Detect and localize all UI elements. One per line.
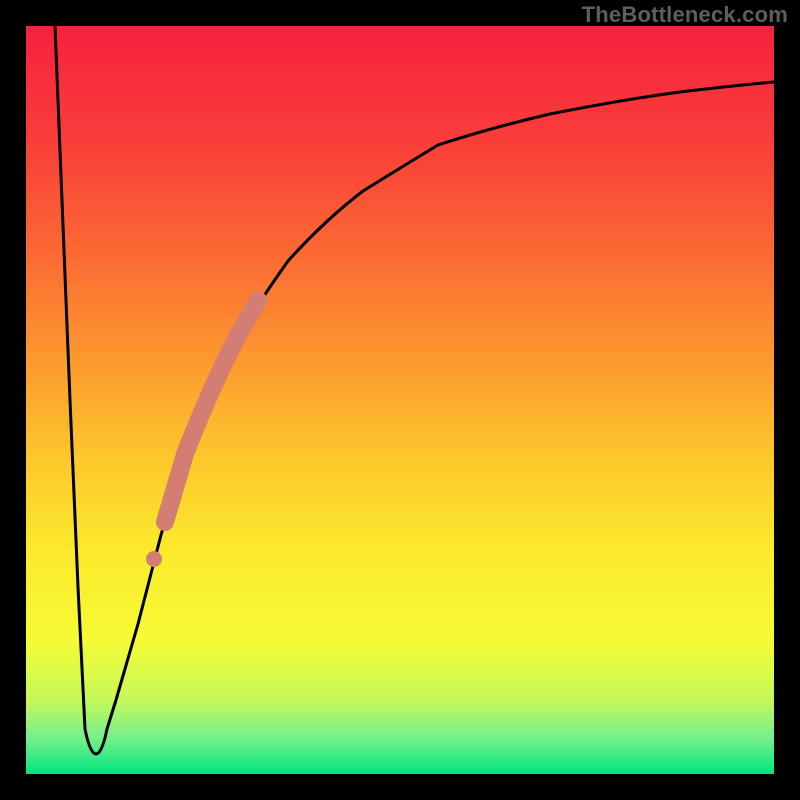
highlight-dot [156, 514, 172, 530]
chart-container: TheBottleneck.com [0, 0, 800, 800]
highlight-dot [146, 551, 162, 567]
brand-watermark: TheBottleneck.com [582, 2, 788, 28]
bottleneck-chart [0, 0, 800, 800]
plot-background-gradient [26, 26, 774, 774]
highlight-dot [167, 477, 183, 493]
